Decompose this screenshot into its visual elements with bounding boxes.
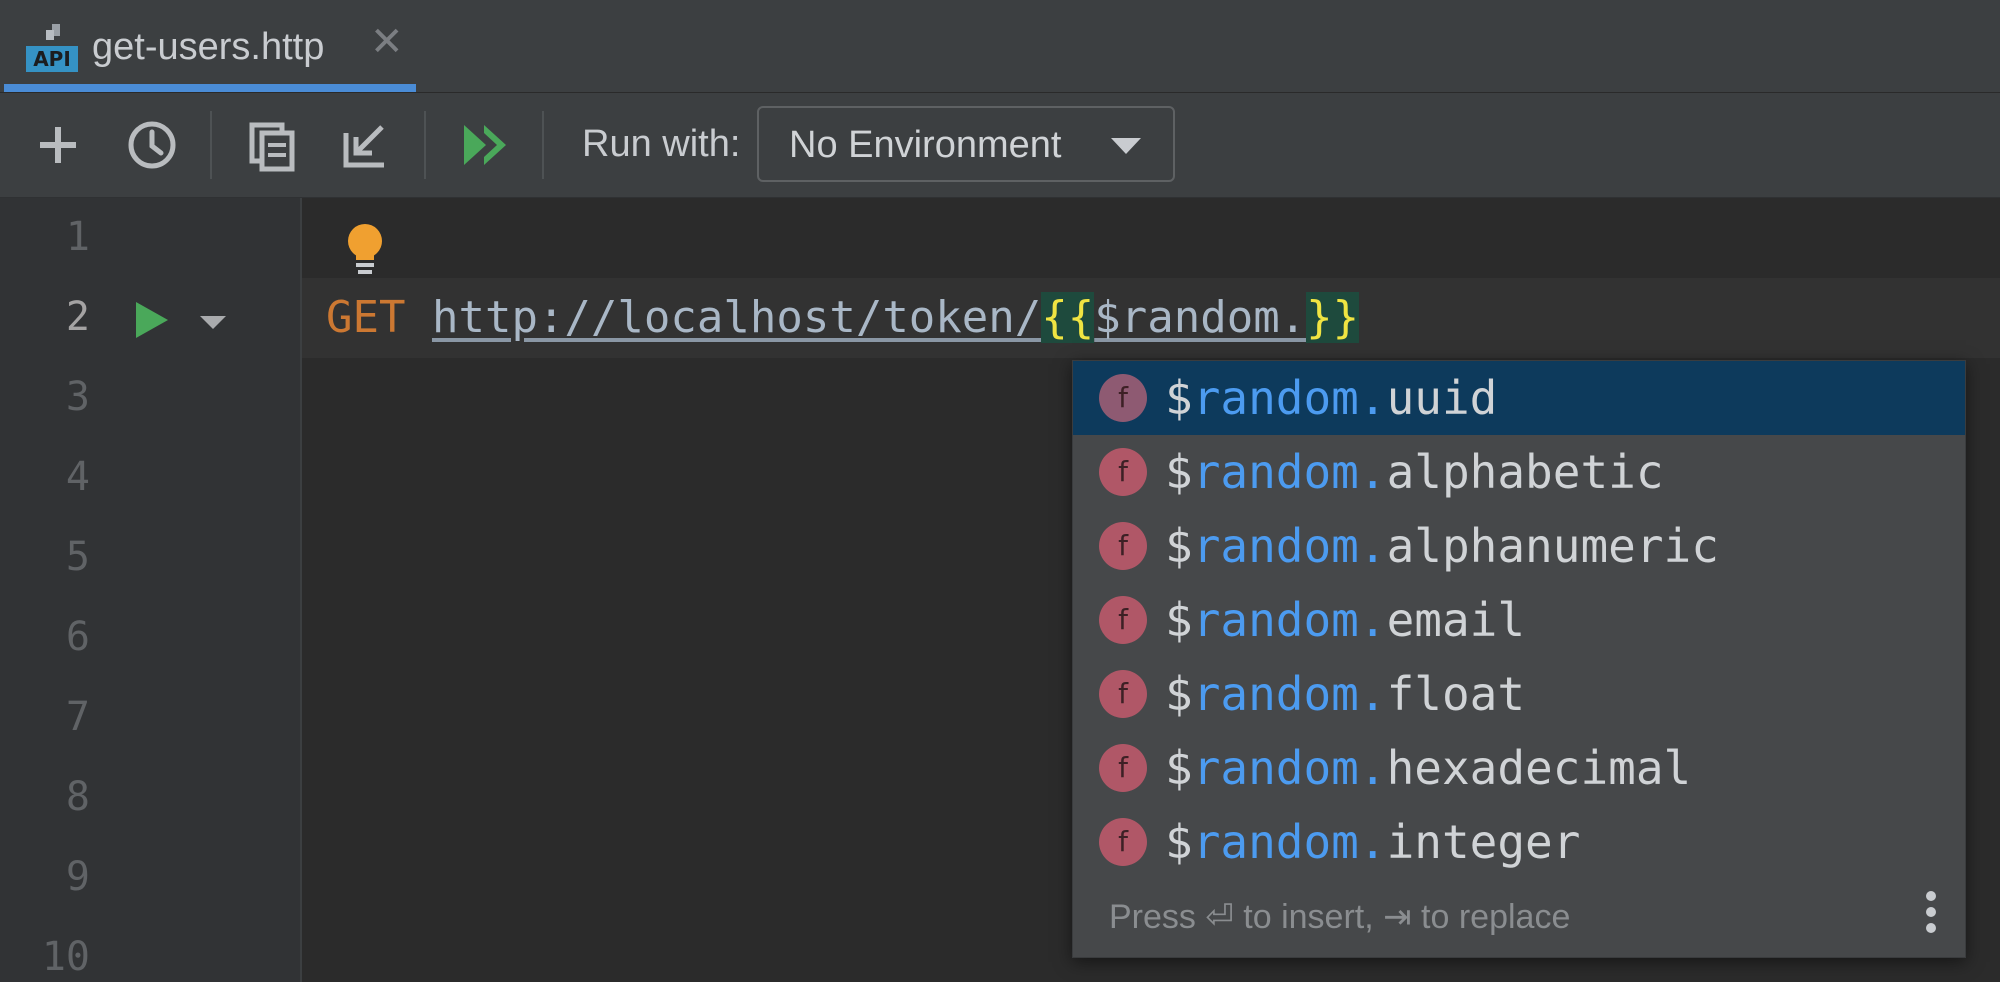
line-number: 4 bbox=[65, 454, 90, 500]
run-with-label: Run with: bbox=[582, 123, 741, 165]
completion-item[interactable]: f $random.uuid bbox=[1073, 361, 1965, 435]
tab-title: get-users.http bbox=[92, 26, 325, 68]
completion-item[interactable]: f $random.alphabetic bbox=[1073, 435, 1965, 509]
request-url: http://localhost/token/ bbox=[431, 292, 1042, 343]
function-icon: f bbox=[1099, 522, 1147, 570]
close-icon[interactable]: ✕ bbox=[370, 22, 404, 62]
api-icon-label: API bbox=[33, 47, 71, 71]
completion-item[interactable]: f $random.alphanumeric bbox=[1073, 509, 1965, 583]
completion-text: $random.uuid bbox=[1165, 371, 1498, 425]
api-file-icon: API bbox=[26, 24, 78, 72]
close-brace: }} bbox=[1306, 292, 1360, 343]
open-brace: {{ bbox=[1041, 292, 1095, 343]
function-icon: f bbox=[1099, 670, 1147, 718]
environment-value: No Environment bbox=[789, 124, 1062, 166]
editor-tab-bar: API get-users.http ✕ bbox=[0, 0, 2000, 93]
toolbar-separator bbox=[542, 111, 544, 179]
line-number: 6 bbox=[65, 614, 90, 660]
function-icon: f bbox=[1099, 744, 1147, 792]
completion-item[interactable]: f $random.email bbox=[1073, 583, 1965, 657]
completion-item[interactable]: f $random.hexadecimal bbox=[1073, 731, 1965, 805]
completion-text: $random.email bbox=[1165, 593, 1526, 647]
line-number: 8 bbox=[65, 774, 90, 820]
line-number: 9 bbox=[65, 854, 90, 900]
run-all-icon[interactable] bbox=[456, 113, 520, 177]
lightbulb-icon[interactable] bbox=[342, 222, 388, 278]
copy-icon[interactable] bbox=[240, 113, 304, 177]
tab-get-users-http[interactable]: API get-users.http ✕ bbox=[4, 0, 416, 92]
completion-text: $random.hexadecimal bbox=[1165, 741, 1692, 795]
add-icon[interactable] bbox=[26, 113, 90, 177]
line-number: 1 bbox=[65, 214, 90, 260]
chevron-down-icon bbox=[1111, 138, 1141, 154]
completion-text: $random.alphabetic bbox=[1165, 445, 1664, 499]
completion-text: $random.integer bbox=[1165, 815, 1581, 869]
toolbar-separator bbox=[424, 111, 426, 179]
function-icon: f bbox=[1099, 596, 1147, 644]
run-request-icon[interactable] bbox=[132, 298, 172, 342]
variable-text: $random. bbox=[1094, 292, 1307, 343]
completion-item[interactable]: f $random.float bbox=[1073, 657, 1965, 731]
environment-select[interactable]: No Environment bbox=[757, 106, 1175, 182]
line-number: 2 bbox=[65, 294, 90, 340]
completion-hint: Press ⏎ to insert, ⇥ to replace bbox=[1109, 898, 1571, 936]
http-client-toolbar: Run with: No Environment bbox=[0, 93, 2000, 198]
toolbar-separator bbox=[210, 111, 212, 179]
chevron-down-icon[interactable] bbox=[200, 316, 226, 329]
import-icon[interactable] bbox=[334, 113, 398, 177]
active-tab-indicator bbox=[4, 84, 416, 92]
function-icon: f bbox=[1099, 448, 1147, 496]
completion-popup: f $random.uuid f $random.alphabetic f $r… bbox=[1072, 360, 1966, 958]
history-icon[interactable] bbox=[120, 113, 184, 177]
http-method: GET bbox=[326, 292, 406, 343]
function-icon: f bbox=[1099, 818, 1147, 866]
completion-text: $random.float bbox=[1165, 667, 1526, 721]
line-number: 3 bbox=[65, 374, 90, 420]
completion-text: $random.alphanumeric bbox=[1165, 519, 1719, 573]
line-number: 7 bbox=[65, 694, 90, 740]
request-line: GET http://localhost/token/{{$random.}} bbox=[326, 286, 1360, 350]
function-icon: f bbox=[1099, 374, 1147, 422]
completion-item[interactable]: f $random.integer bbox=[1073, 805, 1965, 879]
line-number: 10 bbox=[41, 934, 90, 980]
more-options-icon[interactable] bbox=[1925, 891, 1937, 939]
line-number: 5 bbox=[65, 534, 90, 580]
